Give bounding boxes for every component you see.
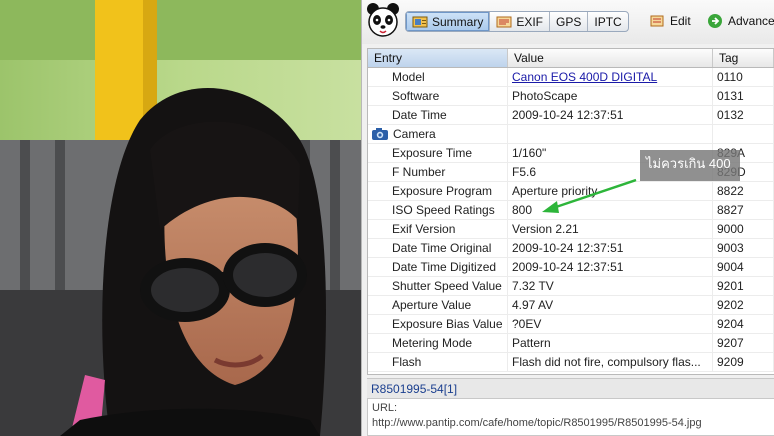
value-cell: PhotoScape	[508, 87, 713, 105]
value-cell: 2009-10-24 12:37:51	[508, 106, 713, 124]
value-cell: 4.97 AV	[508, 296, 713, 314]
filename-status: R8501995-54[1]	[367, 378, 774, 398]
value-cell	[508, 125, 713, 143]
edit-icon	[650, 15, 664, 27]
entry-cell: Exif Version	[368, 220, 508, 238]
value-cell: Canon EOS 400D DIGITAL	[508, 68, 713, 86]
advance-label: Advance	[728, 14, 774, 28]
table-row[interactable]: ISO Speed Ratings 800 8827	[368, 201, 774, 220]
column-header-tag[interactable]: Tag	[713, 49, 774, 67]
entry-cell: Exposure Program	[368, 182, 508, 200]
table-header: Entry Value Tag	[368, 49, 774, 68]
value-cell: Aperture priority	[508, 182, 713, 200]
tag-cell: 9201	[713, 277, 774, 295]
tag-cell	[713, 125, 774, 143]
tag-cell: 8827	[713, 201, 774, 219]
advance-button[interactable]: Advance	[707, 13, 774, 29]
value-cell: 800	[508, 201, 713, 219]
value-cell: 2009-10-24 12:37:51	[508, 239, 713, 257]
entry-cell: Flash	[368, 353, 508, 371]
tag-cell: 8822	[713, 182, 774, 200]
table-row[interactable]: Exposure Program Aperture priority 8822	[368, 182, 774, 201]
exif-icon	[496, 16, 512, 27]
entry-cell: Date Time Digitized	[368, 258, 508, 276]
tab-label: Summary	[432, 14, 484, 29]
entry-cell: Date Time	[368, 106, 508, 124]
edit-button[interactable]: Edit	[649, 13, 691, 29]
table-row[interactable]: Exif Version Version 2.21 9000	[368, 220, 774, 239]
entry-cell: Shutter Speed Value	[368, 277, 508, 295]
tag-cell: 9202	[713, 296, 774, 314]
tab-gps[interactable]: GPS	[550, 12, 589, 31]
model-link[interactable]: Canon EOS 400D DIGITAL	[512, 70, 657, 84]
tag-cell: 0131	[713, 87, 774, 105]
table-row[interactable]: Flash Flash did not fire, compulsory fla…	[368, 353, 774, 372]
table-row[interactable]: Exposure Bias Value ?0EV 9204	[368, 315, 774, 334]
value-cell: Pattern	[508, 334, 713, 352]
tab-iptc[interactable]: IPTC	[588, 12, 627, 31]
tag-cell: 0132	[713, 106, 774, 124]
view-tabs: Summary EXIF GPS IPTC	[405, 11, 629, 32]
entry-cell: Model	[368, 68, 508, 86]
value-cell: ?0EV	[508, 315, 713, 333]
entry-cell: Exposure Bias Value	[368, 315, 508, 333]
entry-cell: Aperture Value	[368, 296, 508, 314]
url-value: http://www.pantip.com/cafe/home/topic/R8…	[372, 417, 702, 429]
tab-label: GPS	[556, 14, 582, 29]
category-label: Camera	[393, 127, 436, 141]
tag-cell: 9003	[713, 239, 774, 257]
table-row[interactable]: Metering Mode Pattern 9207	[368, 334, 774, 353]
tab-label: IPTC	[594, 14, 622, 29]
edit-label: Edit	[670, 14, 691, 28]
tag-cell: 9207	[713, 334, 774, 352]
column-header-entry[interactable]: Entry	[368, 49, 508, 67]
entry-cell: Date Time Original	[368, 239, 508, 257]
tag-cell: 9004	[713, 258, 774, 276]
panda-logo-icon	[367, 3, 399, 37]
entry-cell: Exposure Time	[368, 144, 508, 162]
entry-cell: Software	[368, 87, 508, 105]
summary-icon	[412, 16, 428, 27]
photo-preview	[0, 0, 361, 436]
table-row[interactable]: Software PhotoScape 0131	[368, 87, 774, 106]
annotation-note: ไม่ควรเกิน 400	[640, 150, 740, 181]
tag-cell: 9000	[713, 220, 774, 238]
url-label: URL:	[372, 402, 398, 414]
table-row[interactable]: Aperture Value 4.97 AV 9202	[368, 296, 774, 315]
exif-viewer-panel: Summary EXIF GPS IPTC Edit Advance Entry…	[361, 0, 774, 436]
value-cell: Flash did not fire, compulsory flas...	[508, 353, 713, 371]
entry-cell: Camera	[368, 125, 508, 143]
tag-cell: 9204	[713, 315, 774, 333]
table-row[interactable]: Shutter Speed Value 7.32 TV 9201	[368, 277, 774, 296]
exif-table: Entry Value Tag Model Canon EOS 400D DIG…	[367, 48, 774, 375]
arrow-right-circle-icon	[708, 14, 722, 28]
tab-label: EXIF	[516, 14, 544, 29]
value-cell: 2009-10-24 12:37:51	[508, 258, 713, 276]
tab-exif[interactable]: EXIF	[490, 12, 551, 31]
table-row[interactable]: Model Canon EOS 400D DIGITAL 0110	[368, 68, 774, 87]
value-cell: 7.32 TV	[508, 277, 713, 295]
entry-cell: F Number	[368, 163, 508, 181]
entry-cell: Metering Mode	[368, 334, 508, 352]
table-row[interactable]: Date Time 2009-10-24 12:37:51 0132	[368, 106, 774, 125]
entry-cell: ISO Speed Ratings	[368, 201, 508, 219]
toolbar: Summary EXIF GPS IPTC Edit Advance	[362, 0, 774, 44]
table-row[interactable]: Date Time Original 2009-10-24 12:37:51 9…	[368, 239, 774, 258]
camera-icon	[372, 128, 388, 140]
tag-cell: 0110	[713, 68, 774, 86]
category-row-camera[interactable]: Camera	[368, 125, 774, 144]
value-cell: Version 2.21	[508, 220, 713, 238]
table-row[interactable]: Date Time Digitized 2009-10-24 12:37:51 …	[368, 258, 774, 277]
url-box[interactable]: URL: http://www.pantip.com/cafe/home/top…	[367, 398, 774, 436]
tab-summary[interactable]: Summary	[406, 12, 491, 31]
column-header-value[interactable]: Value	[508, 49, 713, 67]
tag-cell: 9209	[713, 353, 774, 371]
